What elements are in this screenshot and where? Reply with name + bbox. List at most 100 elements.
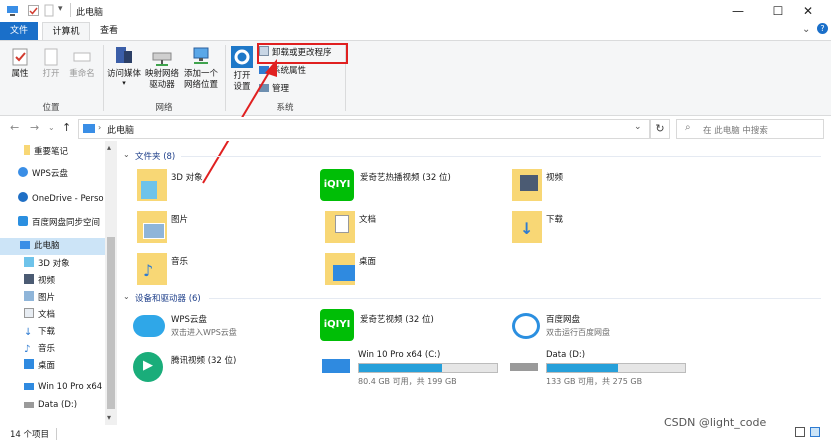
devices-section-header[interactable]: 设备和驱动器 (6) bbox=[135, 292, 201, 304]
scroll-thumb[interactable] bbox=[107, 237, 115, 409]
search-icon: ⌕ bbox=[685, 122, 691, 133]
up-icon[interactable]: ↑ bbox=[62, 121, 71, 134]
nav-scrollbar[interactable]: ▴ ▾ bbox=[105, 141, 117, 425]
collapse-ribbon-icon[interactable]: ⌄ bbox=[802, 24, 810, 35]
drive-sub: 133 GB 可用，共 275 GB bbox=[546, 377, 643, 386]
scroll-up-icon[interactable]: ▴ bbox=[107, 143, 111, 152]
properties-check-icon[interactable] bbox=[27, 4, 40, 17]
nav-item-3d[interactable]: 3D 对象 bbox=[0, 256, 105, 273]
folder-iqiyi-hot[interactable]: iQIYI 爱奇艺热播视频 (32 位) bbox=[320, 167, 500, 205]
tab-computer[interactable]: 计算机 bbox=[42, 22, 90, 41]
pictures-icon bbox=[24, 291, 34, 301]
play-icon: ▶ bbox=[143, 358, 153, 373]
nav-item-notes[interactable]: 重要笔记 bbox=[0, 144, 105, 161]
windows-drive-icon bbox=[24, 383, 34, 390]
map-drive-label-2: 驱动器 bbox=[149, 80, 175, 90]
large-icons-view-icon[interactable] bbox=[810, 427, 820, 437]
nav-item-c-drive[interactable]: Win 10 Pro x64 bbox=[0, 379, 105, 396]
details-view-icon[interactable] bbox=[795, 427, 805, 437]
drive-usage-fill bbox=[359, 364, 442, 372]
help-icon[interactable]: ? bbox=[817, 23, 828, 34]
nav-item-onedrive[interactable]: OneDrive - Perso bbox=[0, 191, 105, 208]
recent-dropdown-icon[interactable]: ⌄ bbox=[48, 123, 55, 132]
nav-item-label: 音乐 bbox=[38, 344, 56, 354]
nav-item-d-drive[interactable]: Data (D:) bbox=[0, 397, 105, 414]
quick-access-dropdown-icon[interactable]: ▾ bbox=[58, 4, 63, 14]
music-note-icon: ♪ bbox=[24, 344, 31, 355]
nav-item-baidu-sync[interactable]: 百度网盘同步空间 bbox=[0, 215, 105, 232]
nav-item-pictures[interactable]: 图片 bbox=[0, 290, 105, 307]
device-sub: 双击运行百度网盘 bbox=[546, 328, 610, 337]
device-baidu[interactable]: 百度网盘 双击运行百度网盘 bbox=[510, 309, 690, 345]
access-media-button[interactable]: 访问媒体 ▾ bbox=[105, 45, 143, 87]
3d-cube-icon bbox=[141, 181, 157, 199]
nav-item-desktop[interactable]: 桌面 bbox=[0, 358, 105, 375]
folder-name: 图片 bbox=[171, 215, 189, 225]
device-iqiyi[interactable]: iQIYI 爱奇艺视频 (32 位) bbox=[320, 309, 500, 345]
new-folder-icon[interactable] bbox=[43, 4, 56, 17]
folder-videos[interactable]: 视频 bbox=[512, 167, 692, 205]
ribbon-tabs: 文件 计算机 查看 ⌄ ? bbox=[0, 22, 831, 41]
folder-3d-objects[interactable]: 3D 对象 bbox=[137, 167, 317, 205]
picture-icon bbox=[143, 223, 165, 239]
title-divider bbox=[70, 3, 71, 17]
devices-collapse-icon[interactable]: ⌄ bbox=[123, 292, 130, 301]
nav-item-music[interactable]: ♪ 音乐 bbox=[0, 341, 105, 358]
address-dropdown-icon[interactable]: ⌄ bbox=[634, 122, 642, 132]
device-wps-cloud[interactable]: WPS云盘 双击进入WPS云盘 bbox=[131, 309, 311, 345]
refresh-button[interactable]: ↻ bbox=[650, 119, 670, 139]
open-icon bbox=[44, 48, 58, 66]
scroll-down-icon[interactable]: ▾ bbox=[107, 413, 111, 422]
folder-pictures[interactable]: 图片 bbox=[137, 209, 317, 247]
folder-name: 音乐 bbox=[171, 257, 189, 267]
breadcrumb[interactable]: 此电脑 bbox=[107, 123, 134, 136]
drive-icon bbox=[510, 363, 538, 371]
nav-item-label: WPS云盘 bbox=[32, 169, 68, 179]
breadcrumb-chevron-icon: › bbox=[98, 123, 102, 132]
nav-item-label: 此电脑 bbox=[34, 241, 60, 251]
folder-downloads[interactable]: ↓ 下载 bbox=[512, 209, 692, 247]
folder-music[interactable]: ♪ 音乐 bbox=[137, 251, 317, 289]
device-tencent-video[interactable]: ▶ 腾讯视频 (32 位) bbox=[131, 350, 311, 386]
folder-desktop[interactable]: 桌面 bbox=[325, 251, 505, 289]
properties-button[interactable]: 属性 bbox=[6, 47, 34, 80]
back-icon[interactable]: ← bbox=[10, 121, 19, 134]
tab-view[interactable]: 查看 bbox=[94, 22, 124, 40]
rename-button[interactable]: 重命名 bbox=[66, 47, 98, 80]
search-input[interactable]: ⌕ 在 此电脑 中搜索 bbox=[676, 119, 824, 139]
nav-item-documents[interactable]: 文档 bbox=[0, 307, 105, 324]
network-drive-icon bbox=[152, 52, 172, 66]
address-bar[interactable]: › 此电脑 ⌄ bbox=[78, 119, 650, 139]
drive-usage-bar bbox=[358, 363, 498, 373]
pc-icon bbox=[20, 241, 30, 249]
access-media-label: 访问媒体 bbox=[106, 69, 141, 79]
tab-file[interactable]: 文件 bbox=[0, 22, 38, 40]
iqiyi-logo-icon: iQIYI bbox=[320, 169, 354, 201]
baidu-netdisk-icon bbox=[512, 313, 540, 339]
drive-c[interactable]: Win 10 Pro x64 (C:) 80.4 GB 可用，共 199 GB bbox=[320, 347, 510, 387]
drive-d[interactable]: Data (D:) 133 GB 可用，共 275 GB bbox=[508, 347, 698, 387]
pin-folder-icon bbox=[24, 145, 30, 155]
close-button[interactable]: ✕ bbox=[785, 0, 831, 22]
nav-item-downloads[interactable]: ↓ 下载 bbox=[0, 324, 105, 341]
media-server-icon bbox=[116, 47, 132, 63]
nav-item-wps[interactable]: WPS云盘 bbox=[0, 166, 105, 183]
folder-name: 视频 bbox=[546, 173, 564, 183]
rename-icon bbox=[73, 52, 91, 62]
folders-section-header[interactable]: 文件夹 (8) bbox=[135, 150, 175, 162]
open-button[interactable]: 打开 bbox=[38, 47, 64, 80]
download-arrow-icon: ↓ bbox=[520, 219, 534, 238]
nav-item-videos[interactable]: 视频 bbox=[0, 273, 105, 290]
map-drive-label-1: 映射网络 bbox=[144, 69, 179, 79]
onedrive-icon bbox=[18, 192, 28, 202]
map-drive-button[interactable]: 映射网络 驱动器 bbox=[143, 45, 181, 91]
folder-name: 文档 bbox=[359, 215, 377, 225]
status-bar: 14 个项目 CSDN @light_code bbox=[0, 416, 831, 443]
drive-icon bbox=[24, 402, 34, 408]
nav-item-this-pc[interactable]: 此电脑 bbox=[0, 238, 105, 255]
forward-icon[interactable]: → bbox=[30, 121, 39, 134]
folders-collapse-icon[interactable]: ⌄ bbox=[123, 150, 130, 159]
iqiyi-logo-icon: iQIYI bbox=[320, 309, 354, 341]
nav-item-label: 图片 bbox=[38, 293, 56, 303]
folder-documents[interactable]: 文档 bbox=[325, 209, 505, 247]
